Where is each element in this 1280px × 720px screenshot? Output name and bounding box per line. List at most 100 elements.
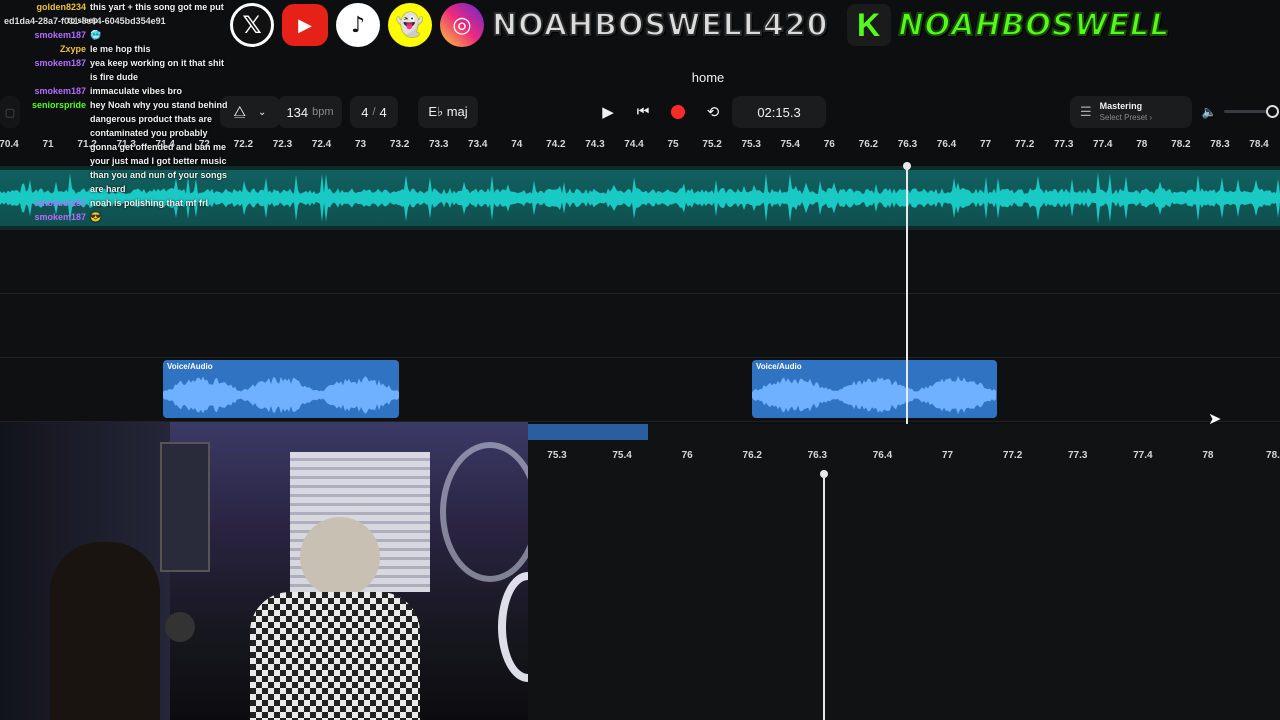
snapchat-icon: 👻 (388, 3, 432, 47)
bpm-field[interactable]: 134 bpm (278, 96, 342, 128)
track-voice[interactable]: Voice/Audio Voice/Audio (0, 358, 1280, 422)
time-display: 02:15.3 (732, 96, 826, 128)
audio-clip[interactable]: Voice/Audio (163, 360, 399, 418)
clip-strip (528, 424, 648, 440)
ruler-tick: 78 (1136, 139, 1148, 150)
youtube-icon: ▶ (282, 4, 328, 46)
ruler-tick: 72.4 (311, 139, 332, 150)
zoomed-ruler-tick: 76.3 (807, 450, 828, 461)
ruler-tick: 77 (980, 139, 992, 150)
play-icon: ▶ (602, 103, 614, 121)
zoomed-playhead[interactable] (823, 474, 825, 720)
clip-label: Voice/Audio (756, 362, 802, 371)
chat-username[interactable]: smokem187 (2, 28, 90, 42)
ruler-tick: 78.3 (1210, 139, 1230, 150)
chat-username[interactable]: smokem187 (2, 84, 90, 98)
bpm-unit: bpm (312, 106, 334, 118)
chat-username[interactable]: seniorspride (2, 98, 90, 196)
social-banner: 𝕏 ▶ ♪ 👻 ◎ NOAHBOSWELL420 K NOAHBOSWELL (230, 2, 1170, 48)
person-left (50, 542, 160, 720)
chat-username[interactable]: smokem187 (2, 210, 90, 224)
ruler-tick: 72.3 (272, 139, 293, 150)
time-signature-field[interactable]: 4 / 4 (350, 96, 398, 128)
x-logo-icon: 𝕏 (230, 3, 274, 47)
ruler-tick: 75.3 (741, 139, 761, 150)
mastering-preset: Select Preset › (1099, 113, 1153, 122)
ruler-tick: 77.3 (1053, 139, 1074, 150)
track-empty-1[interactable] (0, 230, 1280, 294)
zoomed-ruler-tick: 76.4 (872, 450, 893, 461)
chat-message-text: yea keep working on it that shit is fire… (90, 58, 225, 82)
volume-button[interactable]: 🔈 (1198, 96, 1220, 128)
chat-message: smokem187 😎 (0, 210, 228, 224)
ruler-tick: 76.2 (858, 139, 879, 150)
webcam-feed (0, 422, 528, 720)
time-sig-sep: / (372, 106, 376, 118)
person-right-shirt (250, 592, 420, 720)
chat-message-text: hey Noah why you stand behind dangerous … (90, 100, 228, 194)
ring-light (498, 572, 528, 682)
wall-poster (160, 442, 210, 572)
loop-button[interactable]: ⟲ (696, 96, 730, 128)
skip-back-icon: ⏮ (636, 104, 650, 120)
zoomed-ruler-tick: 75.3 (547, 450, 567, 461)
chat-message: ed1da4-28a7-f011-8e64-6045bd354e91 to sle… (0, 14, 228, 28)
chat-message: smokem187 yea keep working on it that shi… (0, 56, 228, 84)
ruler-tick: 74.3 (585, 139, 605, 150)
zoomed-ruler-tick: 77.4 (1133, 450, 1153, 461)
sliders-icon: ☰ (1080, 104, 1092, 120)
ruler-tick: 73.2 (389, 139, 410, 150)
ruler-tick: 78.4 (1249, 139, 1269, 150)
clip-waveform (163, 376, 399, 414)
microphone (165, 612, 195, 642)
time-sig-bottom: 4 (379, 104, 387, 120)
zoomed-ruler[interactable]: 75.3 75.4 76 76.2 76.3 76.4 77 77.2 77.3 77.4 78 78… (528, 446, 1280, 464)
ruler-tick: 78.2 (1171, 139, 1191, 150)
metronome-icon: ⧋ (233, 104, 247, 120)
chat-message-text: le me hop this (90, 44, 151, 54)
zoomed-ruler-tick: 77.2 (1002, 450, 1023, 461)
chat-username[interactable]: Zxype (2, 42, 90, 56)
ruler-tick: 72.2 (233, 139, 254, 150)
zoomed-ruler-tick: 75.4 (612, 450, 632, 461)
metronome-button[interactable]: ⧋ ⌄ (220, 96, 280, 128)
person-right-head (300, 517, 380, 597)
track-empty-2[interactable] (0, 294, 1280, 358)
ruler-tick: 75.2 (702, 139, 722, 150)
mastering-button[interactable]: ☰ Mastering Select Preset › (1070, 96, 1192, 128)
zoomed-ruler-tick: 77 (941, 450, 954, 461)
chat-message: smokem187 noah is polishing that mf frl (0, 196, 228, 210)
key-field[interactable]: E♭ maj (418, 96, 478, 128)
audio-clip[interactable]: Voice/Audio (752, 360, 997, 418)
kick-logo-icon: K (846, 4, 891, 46)
ruler-tick: 74 (511, 139, 523, 150)
instagram-icon: ◎ (440, 3, 484, 47)
skip-back-button[interactable]: ⏮ (626, 96, 660, 128)
chat-message-text: immaculate vibes bro (90, 86, 183, 96)
playhead[interactable] (906, 164, 908, 440)
play-button[interactable]: ▶ (590, 96, 626, 128)
clip-label: Voice/Audio (167, 362, 213, 371)
ruler-tick: 73.4 (468, 139, 488, 150)
chat-message: smokem187 🥶 (0, 28, 228, 42)
zoomed-ruler-tick: 76.2 (742, 450, 762, 461)
ruler-tick: 73.3 (428, 139, 449, 150)
ruler-tick: 77.2 (1014, 139, 1035, 150)
chat-message: seniorspride hey Noah why you stand behin… (0, 98, 228, 196)
ruler-tick: 75 (667, 139, 679, 150)
stream-screen: home ▢ ⧋ ⌄ 134 bpm 4 / 4 E♭ maj ▶ ⏮ ⟲ 02… (0, 0, 1280, 720)
time-sig-top: 4 (361, 104, 369, 120)
time-value: 02:15.3 (757, 104, 801, 120)
ruler-tick: 77.4 (1093, 139, 1113, 150)
key-value: E♭ maj (428, 104, 468, 119)
zoomed-ruler-tick: 77.3 (1067, 450, 1088, 461)
chat-username[interactable]: smokem187 (2, 196, 90, 210)
chat-message: Zxype le me hop this (0, 42, 228, 56)
record-button[interactable] (660, 96, 696, 128)
chat-username[interactable]: golden8234 (2, 0, 90, 14)
chat-message-text: 🥶 (90, 30, 102, 40)
volume-slider-thumb[interactable] (1266, 105, 1279, 118)
chat-message-text: noah is polishing that mf frl (90, 198, 208, 208)
zoomed-ruler-tick: 76 (681, 450, 693, 461)
chat-username[interactable]: smokem187 (2, 56, 90, 84)
